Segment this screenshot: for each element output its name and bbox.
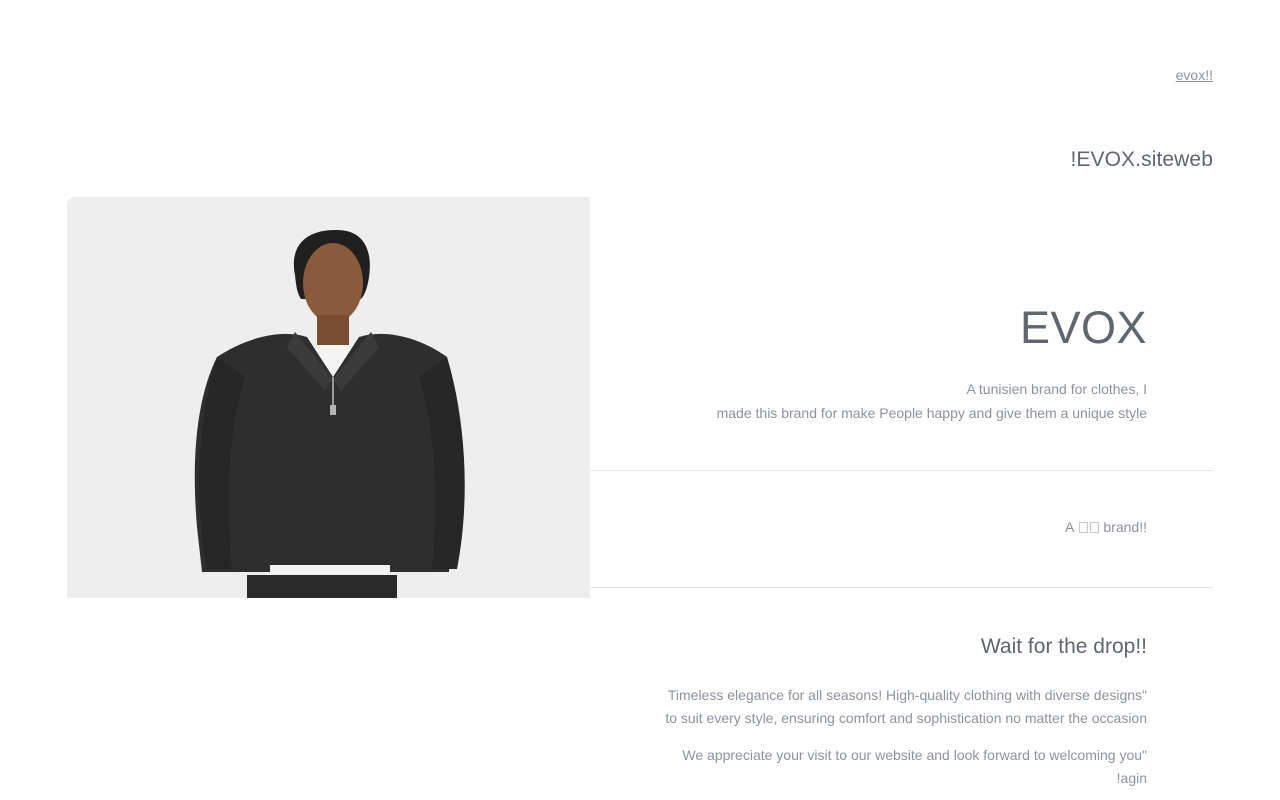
site-title: !EVOX.siteweb bbox=[1070, 148, 1213, 171]
missing-glyph-icon bbox=[1089, 522, 1099, 533]
brand-description-line1: A tunisien brand for clothes, I bbox=[966, 381, 1147, 397]
drop-paragraph-2: We appreciate your visit to our website … bbox=[587, 744, 1147, 790]
divider-top bbox=[590, 470, 1213, 471]
drop-heading: Wait for the drop!! bbox=[980, 635, 1147, 658]
page: evox!! !EVOX.siteweb EVOX A tunisien bra… bbox=[0, 0, 1280, 800]
brand-description-line2: made this brand for make People happy an… bbox=[716, 405, 1147, 421]
drop-paragraph-2-line1: We appreciate your visit to our website … bbox=[682, 747, 1147, 763]
drop-paragraph-1: Timeless elegance for all seasons! High-… bbox=[587, 684, 1147, 730]
tagline-suffix: brand!! bbox=[1103, 519, 1147, 535]
tagline-prefix: A bbox=[1065, 519, 1074, 535]
drop-paragraph-1-line1: Timeless elegance for all seasons! High-… bbox=[667, 687, 1147, 703]
drop-paragraph-2-line2: !agin bbox=[1116, 770, 1147, 786]
brand-tagline: A brand!! bbox=[1065, 519, 1147, 535]
drop-paragraph-1-line2: to suit every style, ensuring comfort an… bbox=[665, 710, 1147, 726]
missing-glyph-icon bbox=[1078, 522, 1088, 533]
hero-image bbox=[67, 197, 590, 598]
divider-bottom bbox=[590, 587, 1213, 588]
evox-nav-link[interactable]: evox!! bbox=[1176, 67, 1213, 83]
brand-description: A tunisien brand for clothes, I made thi… bbox=[587, 377, 1147, 425]
brand-heading: EVOX bbox=[1019, 302, 1147, 353]
